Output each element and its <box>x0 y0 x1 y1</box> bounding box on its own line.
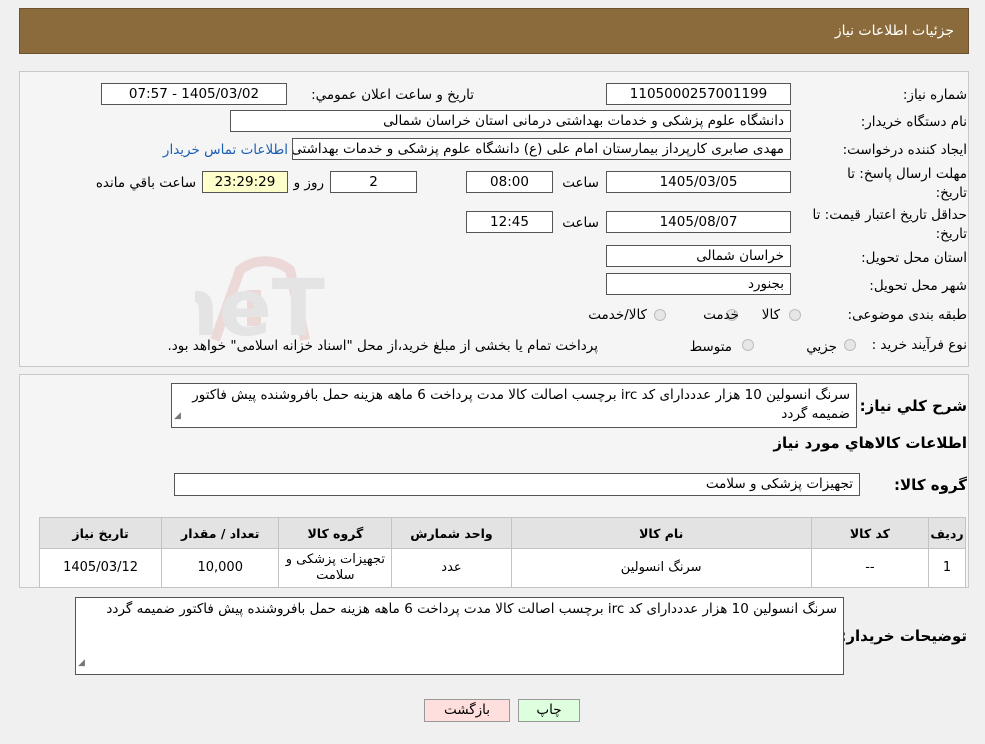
process-radio-medium[interactable] <box>742 339 754 351</box>
col-code: کد کالا <box>810 517 929 549</box>
category-label: طبقه بندی موضوعی: <box>847 307 967 323</box>
validity-time-label: ساعت <box>562 215 599 231</box>
city-field: بجنورد <box>606 273 791 295</box>
resize-grip-icon[interactable]: ◢ <box>174 407 181 426</box>
cell-name: سرنگ انسولین <box>510 548 812 588</box>
col-name: نام کالا <box>510 517 812 549</box>
days-field: 2 <box>330 171 417 193</box>
validity-time-field: 12:45 <box>466 211 553 233</box>
col-date: تاريخ نياز <box>38 517 163 549</box>
buyer-org-field: دانشگاه علوم پزشکی و خدمات بهداشتی درمان… <box>230 110 791 132</box>
category-option-goods-service: کالا/خدمت <box>588 307 647 323</box>
description-label: شرح کلي نياز: <box>859 397 967 415</box>
process-option-medium: متوسط <box>689 339 732 355</box>
table-row: 1 -- سرنگ انسولین عدد تجهیزات پزشکی و سل… <box>38 548 967 588</box>
col-row: رديف <box>927 517 967 549</box>
validity-date-field: 1405/08/07 <box>606 211 791 233</box>
province-label: استان محل تحويل: <box>861 250 967 266</box>
category-radio-goods[interactable] <box>789 309 801 321</box>
back-button[interactable]: بازگشت <box>424 699 510 722</box>
announce-field: 1405/03/02 - 07:57 <box>101 83 287 105</box>
category-radio-goods-service[interactable] <box>654 309 666 321</box>
description-text: سرنگ انسولین 10 هزار عدددارای کد irc برچ… <box>192 387 850 422</box>
cell-row: 1 <box>927 548 967 588</box>
buyer-notes-label: توضيحات خريدار: <box>840 627 967 645</box>
goods-section-title: اطلاعات کالاهاي مورد نياز <box>773 434 967 452</box>
buyer-notes-textarea[interactable]: سرنگ انسولین 10 هزار عدددارای کد irc برچ… <box>75 597 844 675</box>
need-number-field: 1105000257001199 <box>606 83 791 105</box>
col-group: گروه کالا <box>278 517 393 549</box>
province-field: خراسان شمالی <box>606 245 791 267</box>
deadline-date-field: 1405/03/05 <box>606 171 791 193</box>
resize-grip-icon[interactable]: ◢ <box>78 654 85 673</box>
requester-field: مهدی صابری کارپرداز بیمارستان امام علی (… <box>292 138 791 160</box>
validity-label: حداقل تاريخ اعتبار قيمت: تا <box>812 207 967 223</box>
days-label: روز و <box>293 175 324 191</box>
cell-unit: عدد <box>391 548 512 588</box>
cell-group: تجهیزات پزشکی و سلامت <box>278 548 393 588</box>
process-note: پرداخت تمام یا بخشی از مبلغ خرید،از محل … <box>167 338 598 354</box>
buyer-org-label: نام دستگاه خريدار: <box>860 114 967 130</box>
process-radio-minor[interactable] <box>844 339 856 351</box>
process-option-minor: جزيي <box>806 339 837 355</box>
cell-qty: 10,000 <box>161 548 280 588</box>
col-qty: تعداد / مقدار <box>161 517 280 549</box>
buyer-notes-text: سرنگ انسولین 10 هزار عدددارای کد irc برچ… <box>106 601 837 617</box>
deadline-label-date: تاريخ: <box>935 185 967 201</box>
remaining-time-field: 23:29:29 <box>202 171 288 193</box>
validity-label-date: تاريخ: <box>935 226 967 242</box>
requester-label: ايجاد کننده درخواست: <box>842 142 967 158</box>
city-label: شهر محل تحويل: <box>869 278 967 294</box>
description-textarea[interactable]: سرنگ انسولین 10 هزار عدددارای کد irc برچ… <box>171 383 857 428</box>
goods-table: رديف کد کالا نام کالا واحد شمارش گروه کا… <box>38 517 967 588</box>
goods-group-label: گروه کالا: <box>894 476 967 494</box>
page-title: جزئیات اطلاعات نیاز <box>834 23 954 39</box>
cell-code: -- <box>810 548 929 588</box>
category-option-service: خدمت <box>703 307 739 323</box>
need-number-label: شماره نیاز: <box>902 87 967 103</box>
remaining-label: ساعت باقي مانده <box>95 175 196 191</box>
cell-date: 1405/03/12 <box>38 548 163 588</box>
deadline-time-field: 08:00 <box>466 171 553 193</box>
announce-label: تاریخ و ساعت اعلان عمومي: <box>311 87 474 103</box>
goods-table-header: رديف کد کالا نام کالا واحد شمارش گروه کا… <box>38 517 967 549</box>
category-option-goods: کالا <box>761 307 780 323</box>
print-button[interactable]: چاپ <box>518 699 580 722</box>
goods-group-field: تجهیزات پزشکی و سلامت <box>174 473 860 496</box>
deadline-label: مهلت ارسال پاسخ: تا <box>847 166 967 182</box>
page-header: جزئیات اطلاعات نیاز <box>19 8 969 54</box>
buyer-contact-link[interactable]: اطلاعات تماس خريدار <box>163 142 288 158</box>
deadline-time-label: ساعت <box>562 175 599 191</box>
col-unit: واحد شمارش <box>391 517 512 549</box>
process-label: نوع فرآيند خريد : <box>871 337 967 353</box>
